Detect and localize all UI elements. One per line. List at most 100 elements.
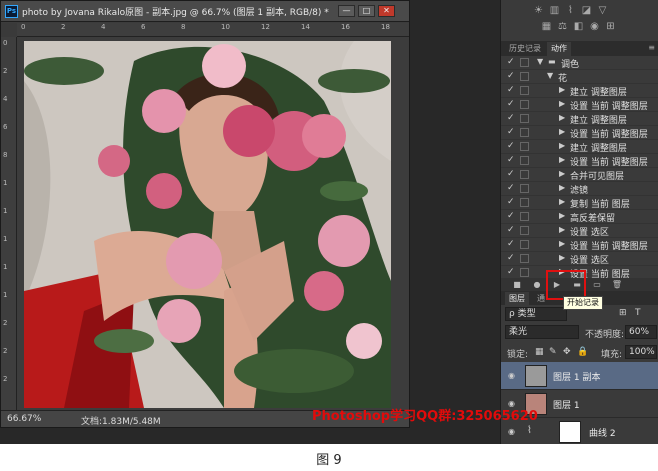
image-canvas[interactable] — [24, 41, 391, 408]
close-button[interactable]: ✕ — [378, 5, 395, 17]
expand-right-icon[interactable]: ▶ — [559, 155, 565, 164]
exposure-icon[interactable]: ◪ — [580, 5, 593, 17]
dialog-toggle[interactable] — [520, 198, 529, 207]
channel-mixer-icon[interactable]: ⊞ — [604, 21, 617, 33]
delete-icon[interactable]: 🗑 — [611, 279, 623, 290]
lock-pixels-icon[interactable]: ▦ — [535, 347, 544, 357]
expand-right-icon[interactable]: ▶ — [559, 169, 565, 178]
eye-icon[interactable]: ◉ — [508, 427, 515, 436]
record-icon[interactable]: ● — [531, 279, 543, 290]
filter-toggle-icon[interactable]: ⊞ — [619, 308, 627, 318]
document-size-info[interactable]: 文档:1.83M/5.48M — [81, 414, 161, 427]
expand-right-icon[interactable]: ▶ — [559, 99, 565, 108]
check-icon[interactable]: ✓ — [507, 183, 515, 193]
dialog-toggle[interactable] — [520, 100, 529, 109]
new-action-icon[interactable]: ▭ — [591, 279, 603, 290]
dialog-toggle[interactable] — [520, 86, 529, 95]
check-icon[interactable]: ✓ — [507, 253, 515, 263]
check-icon[interactable]: ✓ — [507, 127, 515, 137]
dialog-toggle[interactable] — [520, 170, 529, 179]
expand-right-icon[interactable]: ▶ — [559, 141, 565, 150]
dialog-toggle[interactable] — [520, 72, 529, 81]
dialog-toggle[interactable] — [520, 240, 529, 249]
zoom-level[interactable]: 66.67% — [7, 414, 41, 424]
action-step-row[interactable]: ✓ ▶ 合并可见图层 — [501, 168, 658, 182]
expand-right-icon[interactable]: ▶ — [559, 127, 565, 136]
check-icon[interactable]: ✓ — [507, 239, 515, 249]
expand-right-icon[interactable]: ▶ — [559, 197, 565, 206]
action-step-row[interactable]: ✓ ▶ 设置 当前 调整图层 — [501, 154, 658, 168]
check-icon[interactable]: ✓ — [507, 85, 515, 95]
expand-right-icon[interactable]: ▶ — [559, 113, 565, 122]
stop-icon[interactable]: ■ — [511, 279, 523, 290]
action-step-row[interactable]: ✓ ▶ 复制 当前 图层 — [501, 196, 658, 210]
tab-layers[interactable]: 图层 — [505, 292, 529, 306]
photo-filter-icon[interactable]: ◉ — [588, 21, 601, 33]
eye-icon[interactable]: ◉ — [508, 371, 515, 380]
dialog-toggle[interactable] — [520, 114, 529, 123]
filter-type-icon[interactable]: T — [635, 308, 641, 318]
check-icon[interactable]: ✓ — [507, 169, 515, 179]
opacity-input[interactable]: 60% — [625, 325, 657, 339]
expand-right-icon[interactable]: ▶ — [559, 253, 565, 262]
check-icon[interactable]: ✓ — [507, 57, 515, 67]
hue-saturation-icon[interactable]: ▦ — [540, 21, 553, 33]
brightness-icon[interactable]: ☀ — [532, 5, 545, 17]
minimize-button[interactable]: — — [338, 5, 355, 17]
expand-right-icon[interactable]: ▶ — [559, 183, 565, 192]
dialog-toggle[interactable] — [520, 268, 529, 277]
action-step-row[interactable]: ✓ ▶ 高反差保留 — [501, 210, 658, 224]
check-icon[interactable]: ✓ — [507, 141, 515, 151]
expand-right-icon[interactable]: ▶ — [559, 225, 565, 234]
tab-actions[interactable]: 动作 — [547, 42, 571, 56]
horizontal-ruler[interactable]: 0 2 4 6 8 10 12 14 16 18 — [17, 23, 409, 37]
vertical-ruler[interactable]: 0 2 4 6 8 1 1 1 1 1 2 2 2 — [1, 37, 17, 410]
expand-down-icon[interactable]: ▼ — [537, 57, 543, 66]
lock-move-icon[interactable]: ✥ — [563, 347, 571, 357]
expand-right-icon[interactable]: ▶ — [559, 239, 565, 248]
dialog-toggle[interactable] — [520, 226, 529, 235]
levels-icon[interactable]: ▥ — [548, 5, 561, 17]
expand-right-icon[interactable]: ▶ — [559, 211, 565, 220]
action-step-row[interactable]: ✓ ▶ 设置 选区 — [501, 224, 658, 238]
action-step-row[interactable]: ✓ ▶ 滤镜 — [501, 182, 658, 196]
check-icon[interactable]: ✓ — [507, 197, 515, 207]
color-balance-icon[interactable]: ⚖ — [556, 21, 569, 33]
action-row[interactable]: ✓ ▼ 花 — [501, 70, 658, 84]
dialog-toggle[interactable] — [520, 58, 529, 67]
blend-mode-select[interactable]: 柔光 — [505, 325, 579, 339]
action-step-row[interactable]: ✓ ▶ 建立 调整图层 — [501, 140, 658, 154]
dialog-toggle[interactable] — [520, 212, 529, 221]
expand-down-icon[interactable]: ▼ — [547, 71, 553, 80]
action-step-row[interactable]: ✓ ▶ 设置 当前 调整图层 — [501, 126, 658, 140]
black-white-icon[interactable]: ◧ — [572, 21, 585, 33]
layer-row[interactable]: ◉ 图层 1 副本 — [501, 362, 658, 390]
check-icon[interactable]: ✓ — [507, 113, 515, 123]
action-step-row[interactable]: ✓ ▶ 建立 调整图层 — [501, 84, 658, 98]
check-icon[interactable]: ✓ — [507, 225, 515, 235]
action-step-row[interactable]: ✓ ▶ 建立 调整图层 — [501, 112, 658, 126]
expand-right-icon[interactable]: ▶ — [559, 85, 565, 94]
dialog-toggle[interactable] — [520, 128, 529, 137]
check-icon[interactable]: ✓ — [507, 211, 515, 221]
check-icon[interactable]: ✓ — [507, 267, 515, 277]
curves-icon[interactable]: ⌇ — [564, 5, 577, 17]
panel-menu-icon[interactable]: ≡ — [648, 43, 655, 52]
check-icon[interactable]: ✓ — [507, 155, 515, 165]
action-step-row[interactable]: ✓ ▶ 设置 当前 调整图层 — [501, 98, 658, 112]
ruler-origin[interactable] — [1, 23, 17, 37]
check-icon[interactable]: ✓ — [507, 99, 515, 109]
dialog-toggle[interactable] — [520, 142, 529, 151]
action-set-row[interactable]: ✓ ▼ ▬ 调色 — [501, 56, 658, 70]
dialog-toggle[interactable] — [520, 156, 529, 165]
lock-all-icon[interactable]: 🔒 — [577, 347, 588, 357]
layer-filter-select[interactable]: ρ 类型 — [505, 307, 567, 321]
action-step-row[interactable]: ✓ ▶ 设置 当前 调整图层 — [501, 238, 658, 252]
dialog-toggle[interactable] — [520, 254, 529, 263]
tab-history[interactable]: 历史记录 — [505, 42, 545, 56]
maximize-button[interactable]: □ — [358, 5, 375, 17]
check-icon[interactable]: ✓ — [507, 71, 515, 81]
action-step-row[interactable]: ✓ ▶ 设置 选区 — [501, 252, 658, 266]
document-titlebar[interactable]: Ps photo by Jovana Rikalo原图 - 副本.jpg @ 6… — [1, 1, 409, 22]
lock-paint-icon[interactable]: ✎ — [549, 347, 557, 357]
